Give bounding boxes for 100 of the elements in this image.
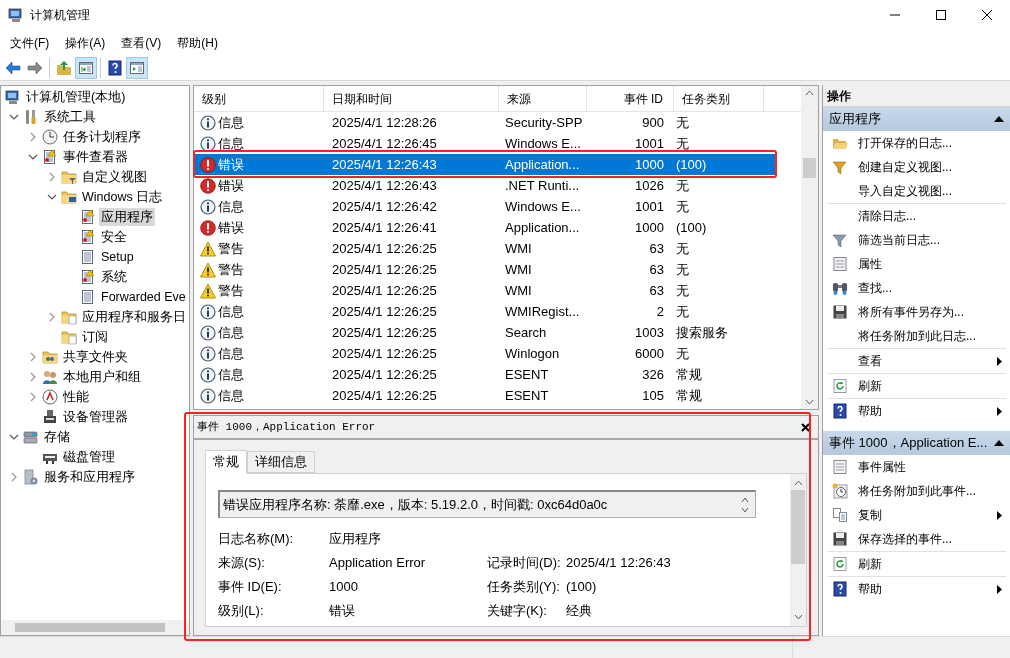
chevron-right-icon[interactable] <box>9 472 19 482</box>
action-item[interactable]: 打开保存的日志... <box>827 131 1006 155</box>
tree-item[interactable]: Windows 日志 <box>80 188 165 206</box>
menu-item[interactable]: 操作(A) <box>57 32 114 53</box>
event-row[interactable]: 警告 2025/4/1 12:26:25 WMI 63 无 <box>194 280 777 301</box>
tree-item[interactable]: 设备管理器 <box>61 408 130 426</box>
tree-pane-button[interactable] <box>75 56 97 79</box>
chevron-right-icon[interactable] <box>28 392 38 402</box>
horizontal-scrollbar[interactable] <box>1 620 189 635</box>
table-cell-text: 错误 <box>218 218 244 237</box>
column-header[interactable]: 任务类别 <box>674 86 764 111</box>
tree-item[interactable]: 本地用户和组 <box>61 368 143 386</box>
tree-item[interactable]: 存储 <box>42 428 72 446</box>
event-row[interactable]: 信息 2025/4/1 12:26:25 ESENT 105 常规 <box>194 385 777 406</box>
tree-item[interactable]: 共享文件夹 <box>61 348 130 366</box>
vertical-scrollbar[interactable] <box>790 474 806 626</box>
vertical-scrollbar[interactable] <box>801 86 818 409</box>
event-row[interactable]: 警告 2025/4/1 12:26:25 WMI 63 无 <box>194 238 777 259</box>
action-item[interactable]: 查找... <box>827 276 1006 300</box>
action-item[interactable]: 将任务附加到此日志... <box>827 324 1006 348</box>
chevron-right-icon[interactable] <box>47 172 57 182</box>
table-cell-text: 2 <box>656 302 664 321</box>
table-cell-text: 2025/4/1 12:26:25 <box>332 344 437 363</box>
table-cell-text: Windows E... <box>505 134 581 153</box>
action-item[interactable]: 复制 <box>827 503 1006 527</box>
action-item[interactable]: 查看 <box>827 349 1006 373</box>
action-item[interactable]: 清除日志... <box>827 204 1006 228</box>
section-header[interactable]: 事件 1000，Application E... <box>823 431 1010 455</box>
chevron-right-icon[interactable] <box>47 312 57 322</box>
tree-item[interactable]: 自定义视图 <box>80 168 149 186</box>
action-item[interactable]: 帮助 <box>827 399 1006 423</box>
scrollbar-thumb[interactable] <box>791 490 805 564</box>
event-row[interactable]: 信息 2025/4/1 12:26:45 Windows E... 1001 无 <box>194 133 777 154</box>
tree-item[interactable]: 事件查看器 <box>61 148 130 166</box>
tree-item[interactable]: 安全 <box>99 228 129 246</box>
table-cell-text: 2025/4/1 12:26:42 <box>332 197 437 216</box>
action-item[interactable]: 属性 <box>827 252 1006 276</box>
chevron-down-icon[interactable] <box>28 152 38 162</box>
table-cell-text: 63 <box>649 260 664 279</box>
scrollbar-thumb[interactable] <box>803 157 816 178</box>
tree-item[interactable]: 系统工具 <box>42 108 98 126</box>
chevron-right-icon[interactable] <box>28 352 38 362</box>
close-icon[interactable] <box>801 422 810 432</box>
column-header[interactable]: 来源 <box>499 86 587 111</box>
menu-item[interactable]: 帮助(H) <box>169 32 226 53</box>
section-header[interactable]: 应用程序 <box>823 107 1010 131</box>
scroll-down-icon[interactable] <box>793 614 803 620</box>
chevron-right-icon[interactable] <box>28 132 38 142</box>
table-cell-text: 1000 <box>635 218 664 237</box>
field-label: 记录时间(D): <box>487 554 562 573</box>
action-item[interactable]: 导入自定义视图... <box>827 179 1006 203</box>
tree-item[interactable]: 订阅 <box>80 328 110 346</box>
tree-item[interactable]: 磁盘管理 <box>61 448 117 466</box>
action-item[interactable]: 事件属性 <box>827 455 1006 479</box>
action-item[interactable]: 创建自定义视图... <box>827 155 1006 179</box>
scroll-up-icon[interactable] <box>805 90 814 96</box>
event-row[interactable]: 错误 2025/4/1 12:26:43 .NET Runti... 1026 无 <box>194 175 777 196</box>
action-item[interactable]: 保存选择的事件... <box>827 527 1006 551</box>
tree-item[interactable]: Forwarded Eve <box>99 288 188 306</box>
event-row[interactable]: 信息 2025/4/1 12:26:42 Windows E... 1001 无 <box>194 196 777 217</box>
event-row[interactable]: 信息 2025/4/1 12:26:25 ESENT 326 常规 <box>194 364 777 385</box>
event-row[interactable]: 错误 2025/4/1 12:26:43 Application... 1000 (100) <box>194 154 777 175</box>
action-item[interactable]: 帮助 <box>827 577 1006 601</box>
tab[interactable]: 常规 <box>205 450 247 474</box>
tree-item[interactable]: 性能 <box>61 388 91 406</box>
tree-item[interactable]: 应用程序 <box>99 208 155 226</box>
tab[interactable]: 详细信息 <box>247 451 315 473</box>
tree-item[interactable]: 服务和应用程序 <box>42 468 137 486</box>
action-item[interactable]: 刷新 <box>827 552 1006 576</box>
action-item[interactable]: 刷新 <box>827 374 1006 398</box>
action-item[interactable]: 筛选当前日志... <box>827 228 1006 252</box>
action-pane-button[interactable] <box>126 56 148 79</box>
table-cell-text: WMI <box>505 260 532 279</box>
scroll-down-icon[interactable] <box>805 399 814 405</box>
event-row[interactable]: 信息 2025/4/1 12:28:26 Security-SPP 900 无 <box>194 112 777 133</box>
column-header[interactable]: 级别 <box>194 86 324 111</box>
tree-item[interactable]: 任务计划程序 <box>61 128 143 146</box>
event-row[interactable]: 错误 2025/4/1 12:26:41 Application... 1000 (100) <box>194 217 777 238</box>
action-item[interactable]: 将所有事件另存为... <box>827 300 1006 324</box>
scroll-up-icon[interactable] <box>793 480 803 486</box>
event-row[interactable]: 信息 2025/4/1 12:26:25 Search 1003 搜索服务 <box>194 322 777 343</box>
tree-item[interactable]: 系统 <box>99 268 129 286</box>
action-item[interactable]: 将任务附加到此事件... <box>827 479 1006 503</box>
column-header[interactable]: 日期和时间 <box>324 86 499 111</box>
spin-arrows-icon[interactable] <box>741 495 749 514</box>
chevron-down-icon[interactable] <box>47 192 57 202</box>
tree-item[interactable]: 计算机管理(本地) <box>24 88 128 106</box>
chevron-down-icon[interactable] <box>9 432 19 442</box>
scrollbar-thumb[interactable] <box>15 623 165 632</box>
message-box[interactable]: 错误应用程序名称: 荼靡.exe，版本: 5.19.2.0，时间戳: 0xc64d0a0c <box>218 490 756 518</box>
chevron-right-icon[interactable] <box>28 372 38 382</box>
event-row[interactable]: 警告 2025/4/1 12:26:25 WMI 63 无 <box>194 259 777 280</box>
column-header[interactable]: 事件 ID <box>587 86 674 111</box>
tree-item[interactable]: Setup <box>99 248 136 266</box>
event-row[interactable]: 信息 2025/4/1 12:26:25 WMIRegist... 2 无 <box>194 301 777 322</box>
chevron-down-icon[interactable] <box>9 112 19 122</box>
menu-item[interactable]: 查看(V) <box>113 32 170 53</box>
menu-item[interactable]: 文件(F) <box>2 32 58 53</box>
tree-item[interactable]: 应用程序和服务日 <box>80 308 188 326</box>
event-row[interactable]: 信息 2025/4/1 12:26:25 Winlogon 6000 无 <box>194 343 777 364</box>
